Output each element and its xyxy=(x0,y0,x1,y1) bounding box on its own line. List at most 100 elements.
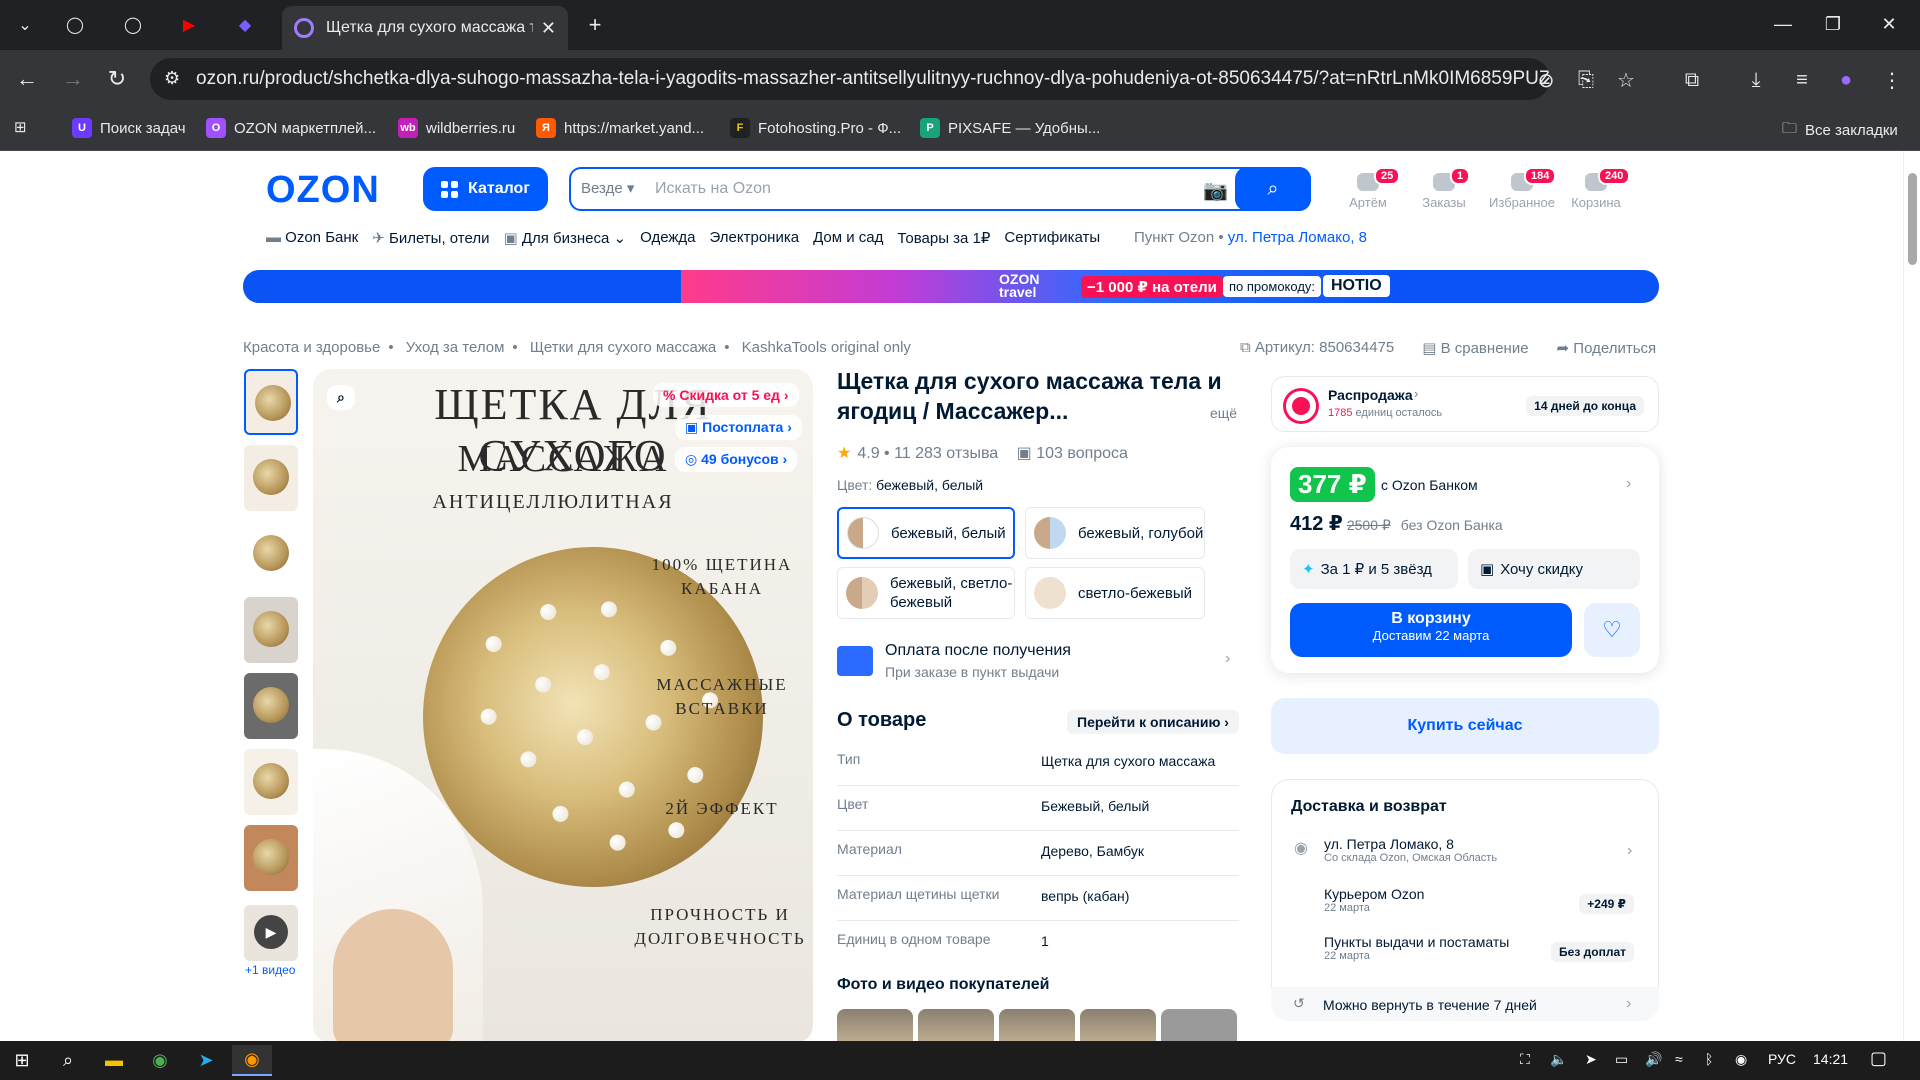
bookmark-star-icon[interactable]: ☆ xyxy=(1610,64,1642,96)
buy-now-button[interactable]: Купить сейчас xyxy=(1271,698,1659,754)
windows-start-icon[interactable]: ⊞ xyxy=(2,1045,42,1076)
install-icon[interactable]: ⎘ xyxy=(1570,64,1602,96)
tab-youtube-icon[interactable]: ▶ xyxy=(172,10,206,40)
wifi-icon[interactable]: ≈ xyxy=(1675,1051,1683,1067)
pickup-option[interactable]: Пункты выдачи и постаматы 22 марта xyxy=(1324,934,1509,962)
color-option[interactable]: бежевый, светло-бежевый xyxy=(837,567,1015,619)
gallery-thumbnail[interactable] xyxy=(244,445,298,511)
title-more-link[interactable]: ещё xyxy=(1210,405,1237,421)
image-search-icon[interactable]: ⌕ xyxy=(327,385,355,410)
customer-photo[interactable] xyxy=(837,1009,913,1041)
customer-photo[interactable] xyxy=(1161,1009,1237,1041)
chrome-active-icon[interactable]: ◉ xyxy=(232,1045,272,1076)
page-scrollbar[interactable] xyxy=(1903,151,1920,1041)
profile-avatar-icon[interactable]: ● xyxy=(1830,64,1862,96)
orders-link[interactable]: 1 Заказы xyxy=(1404,167,1484,210)
pickup-point[interactable]: Пункт Ozon • ул. Петра Ломако, 8 xyxy=(1134,229,1367,246)
bookmark-item[interactable]: P PIXSAFE — Удобны... xyxy=(920,118,1100,138)
bookmark-item[interactable]: U Поиск задач xyxy=(72,118,186,138)
eye-off-icon[interactable]: ⊘ xyxy=(1530,64,1562,96)
add-to-cart-button[interactable]: В корзину Доставим 22 марта xyxy=(1290,603,1572,657)
customer-photo[interactable] xyxy=(1080,1009,1156,1041)
add-to-favorites-button[interactable]: ♡ xyxy=(1584,603,1640,657)
courier-option[interactable]: Курьером Ozon 22 марта xyxy=(1324,886,1424,914)
restore-icon[interactable]: ❐ xyxy=(1810,8,1856,40)
main-product-image[interactable]: ЩЕТКА ДЛЯ СУХОГО МАССАЖА АНТИЦЕЛЛЮЛИТНАЯ… xyxy=(313,369,813,1041)
close-window-icon[interactable]: ✕ xyxy=(1866,8,1912,40)
compare-link[interactable]: ▤ В сравнение xyxy=(1422,339,1528,357)
bookmark-item[interactable]: F Fotohosting.Pro - Ф... xyxy=(730,118,901,138)
delivery-address[interactable]: ул. Петра Ломако, 8 Со склада Ozon, Омска… xyxy=(1324,836,1497,864)
close-tab-icon[interactable]: ✕ xyxy=(541,18,556,39)
share-link[interactable]: ➦ Поделиться xyxy=(1557,339,1657,357)
camera-icon[interactable]: 📷 xyxy=(1203,178,1228,203)
subnav-home[interactable]: Дом и сад xyxy=(813,229,883,247)
chrome-icon[interactable]: ◉ xyxy=(140,1045,180,1076)
battery-icon[interactable]: ▭ xyxy=(1615,1051,1628,1068)
menu-icon[interactable]: ⋮ xyxy=(1876,64,1908,96)
new-tab-icon[interactable]: + xyxy=(578,10,612,40)
gallery-thumbnail[interactable] xyxy=(244,597,298,663)
video-thumbnail[interactable]: ▶ xyxy=(244,905,298,961)
sale-banner[interactable]: Распродажа › 1785 единиц осталось 14 дней… xyxy=(1271,376,1659,432)
subnav-ozon-bank[interactable]: ▬ Ozon Банк xyxy=(266,229,358,247)
subnav-certificates[interactable]: Сертификаты xyxy=(1004,229,1100,247)
gallery-thumbnail[interactable] xyxy=(244,369,298,435)
stars-offer-chip[interactable]: ✦ За 1 ₽ и 5 звёзд xyxy=(1290,549,1458,589)
customer-photo[interactable] xyxy=(999,1009,1075,1041)
breadcrumb-item[interactable]: KashkaTools original only xyxy=(742,339,911,356)
customer-photo[interactable] xyxy=(918,1009,994,1041)
screen-capture-icon[interactable]: ⛶ xyxy=(1520,1051,1530,1068)
chrome-tray-icon[interactable]: ◉ xyxy=(1735,1051,1747,1068)
tab-shield-icon[interactable]: ◆ xyxy=(228,10,262,40)
goto-description-button[interactable]: Перейти к описанию › xyxy=(1067,710,1239,734)
breadcrumb-item[interactable]: Уход за телом xyxy=(406,339,505,356)
gallery-thumbnail[interactable] xyxy=(244,673,298,739)
subnav-clothes[interactable]: Одежда xyxy=(640,229,695,247)
color-option[interactable]: светло-бежевый xyxy=(1025,567,1205,619)
postpay-badge[interactable]: ▣ Постоплата › xyxy=(675,415,802,440)
video-count-link[interactable]: +1 видео xyxy=(245,963,295,977)
active-tab[interactable]: Щетка для сухого массажа тела ✕ xyxy=(282,6,568,50)
speaker-icon[interactable]: 🔈 xyxy=(1550,1051,1567,1068)
notifications-icon[interactable]: ▢ xyxy=(1870,1048,1887,1069)
search-icon[interactable]: ⌕ xyxy=(48,1045,88,1076)
return-policy[interactable]: ↺ Можно вернуть в течение 7 дней › xyxy=(1271,987,1659,1021)
scrollbar-thumb[interactable] xyxy=(1908,173,1917,265)
gallery-thumbnail[interactable] xyxy=(244,749,298,815)
search-scope-select[interactable]: Везде ▾ xyxy=(581,179,634,197)
subnav-1rub[interactable]: Товары за 1₽ xyxy=(897,229,990,247)
catalog-button[interactable]: Каталог xyxy=(423,167,548,211)
clock[interactable]: 14:21 xyxy=(1813,1051,1848,1067)
subnav-business[interactable]: ▣ Для бизнеса ⌄ xyxy=(503,229,626,247)
bookmark-item[interactable]: wb wildberries.ru xyxy=(398,118,515,138)
language-indicator[interactable]: РУС xyxy=(1768,1051,1796,1067)
ozon-logo[interactable]: OZON xyxy=(266,169,380,212)
search-button[interactable]: ⌕ xyxy=(1235,167,1311,211)
gallery-thumbnail[interactable] xyxy=(244,521,298,587)
color-option[interactable]: бежевый, белый xyxy=(837,507,1015,559)
tab-ozon-1[interactable]: ◯ xyxy=(58,10,92,40)
volume-icon[interactable]: 🔊 xyxy=(1645,1051,1662,1068)
payment-after-receipt[interactable]: Оплата после получения При заказе в пунк… xyxy=(837,642,1237,684)
media-icon[interactable]: ≡ xyxy=(1786,64,1818,96)
chevron-right-icon[interactable]: › xyxy=(1626,475,1631,493)
subnav-electronics[interactable]: Электроника xyxy=(710,229,800,247)
tab-ozon-2[interactable]: ◯ xyxy=(116,10,150,40)
search-input[interactable] xyxy=(655,169,1175,209)
color-option[interactable]: бежевый, голубой xyxy=(1025,507,1205,559)
profile-link[interactable]: 25 Артём xyxy=(1328,167,1408,210)
all-bookmarks[interactable]: 🗀 Все закладки xyxy=(1782,118,1898,143)
bluetooth-icon[interactable]: ᛒ xyxy=(1705,1051,1713,1067)
download-icon[interactable]: ⤓ xyxy=(1740,64,1772,96)
promo-banner[interactable]: OZON travel −1 000 ₽ на отели по промоко… xyxy=(243,270,1659,303)
forward-icon[interactable]: → xyxy=(58,64,88,94)
extensions-icon[interactable]: ⧉ xyxy=(1676,64,1708,96)
tab-search-icon[interactable]: ⌄ xyxy=(8,10,42,40)
back-icon[interactable]: ← xyxy=(12,64,42,94)
reload-icon[interactable]: ↻ xyxy=(102,64,132,94)
bookmark-item[interactable]: O OZON маркетплей... xyxy=(206,118,376,138)
bookmark-item[interactable]: Яhttps://market.yand... xyxy=(536,118,704,138)
breadcrumb-item[interactable]: Щетки для сухого массажа xyxy=(530,339,716,356)
telegram-icon[interactable]: ➤ xyxy=(186,1045,226,1076)
